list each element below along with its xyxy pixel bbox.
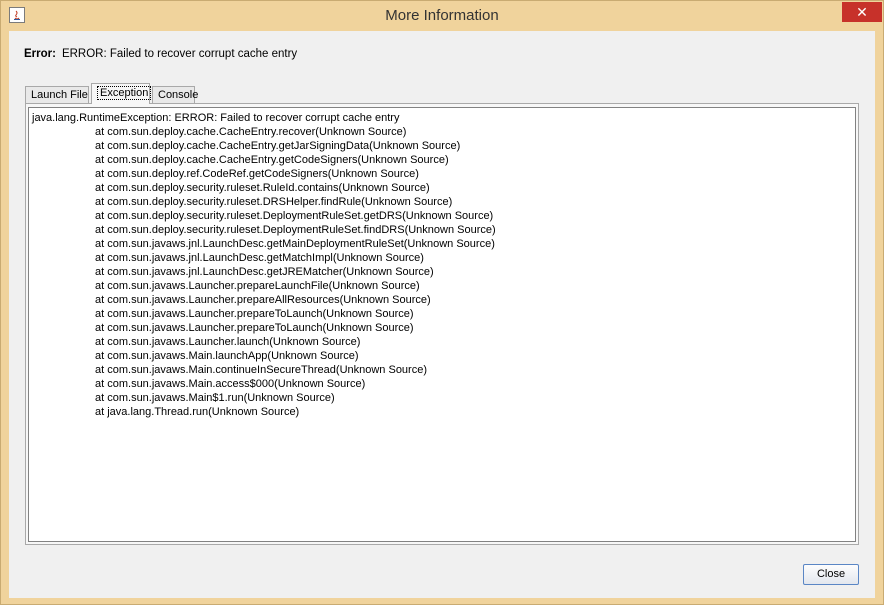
title-bar[interactable]: More Information ✕ [1,1,883,31]
stack-frame-line: at com.sun.deploy.cache.CacheEntry.getJa… [95,140,461,152]
tab-console[interactable]: Console [152,86,198,103]
window-close-icon[interactable]: ✕ [842,2,882,22]
stack-frame-line: at com.sun.javaws.jnl.LaunchDesc.getMain… [95,238,495,250]
stack-frame-line: at com.sun.javaws.Main.continueInSecureT… [95,364,427,376]
stack-frame-line: at com.sun.javaws.Main.launchApp(Unknown… [95,350,359,362]
tab-launch-file[interactable]: Launch File [25,86,89,103]
stack-frame-line: at com.sun.deploy.security.ruleset.DRSHe… [95,196,453,208]
stack-frame-line: at com.sun.deploy.cache.CacheEntry.getCo… [95,154,449,166]
stack-frame-line: at com.sun.javaws.Main$1.run(Unknown Sou… [95,392,335,404]
tab-panel: java.lang.RuntimeException: ERROR: Faile… [25,103,859,545]
tab-exception-label: Exception [97,86,152,100]
window-title: More Information [385,7,499,24]
dialog-window: More Information ✕ Error: ERROR: Failed t… [0,0,884,605]
error-label: Error: [24,48,56,60]
stack-frame-line: at com.sun.javaws.Launcher.launch(Unknow… [95,336,361,348]
stack-frame-line: at com.sun.deploy.ref.CodeRef.getCodeSig… [95,168,419,180]
exception-text-area[interactable]: java.lang.RuntimeException: ERROR: Faile… [28,107,856,542]
close-button[interactable]: Close [803,564,859,585]
stack-frame-line: at com.sun.deploy.security.ruleset.Deplo… [95,224,496,236]
stack-frame-line: at com.sun.javaws.Launcher.prepareToLaun… [95,322,414,334]
exception-header: java.lang.RuntimeException: ERROR: Faile… [32,112,400,124]
stack-frame-line: at com.sun.javaws.jnl.LaunchDesc.getJREM… [95,266,434,278]
stack-frames: at com.sun.deploy.cache.CacheEntry.recov… [32,125,852,419]
dialog-content: Error: ERROR: Failed to recover corrupt c… [9,31,875,598]
error-message: ERROR: Failed to recover corrupt cache e… [61,48,298,60]
stack-frame-line: at com.sun.deploy.security.ruleset.RuleI… [95,182,430,194]
stack-frame-line: at com.sun.javaws.Launcher.prepareLaunch… [95,280,420,292]
stack-frame-line: at com.sun.javaws.Launcher.prepareToLaun… [95,308,414,320]
stack-frame-line: at java.lang.Thread.run(Unknown Source) [95,406,300,418]
stack-frame-line: at com.sun.javaws.Launcher.prepareAllRes… [95,294,431,306]
stack-frame-line: at com.sun.javaws.Main.access$000(Unknow… [95,378,366,390]
tab-exception[interactable]: Exception [91,83,152,104]
stack-frame-line: at com.sun.deploy.security.ruleset.Deplo… [95,210,494,222]
stack-frame-line: at com.sun.javaws.jnl.LaunchDesc.getMatc… [95,252,424,264]
stack-frame-line: at com.sun.deploy.cache.CacheEntry.recov… [95,126,407,138]
error-summary: Error: ERROR: Failed to recover corrupt c… [24,48,297,60]
